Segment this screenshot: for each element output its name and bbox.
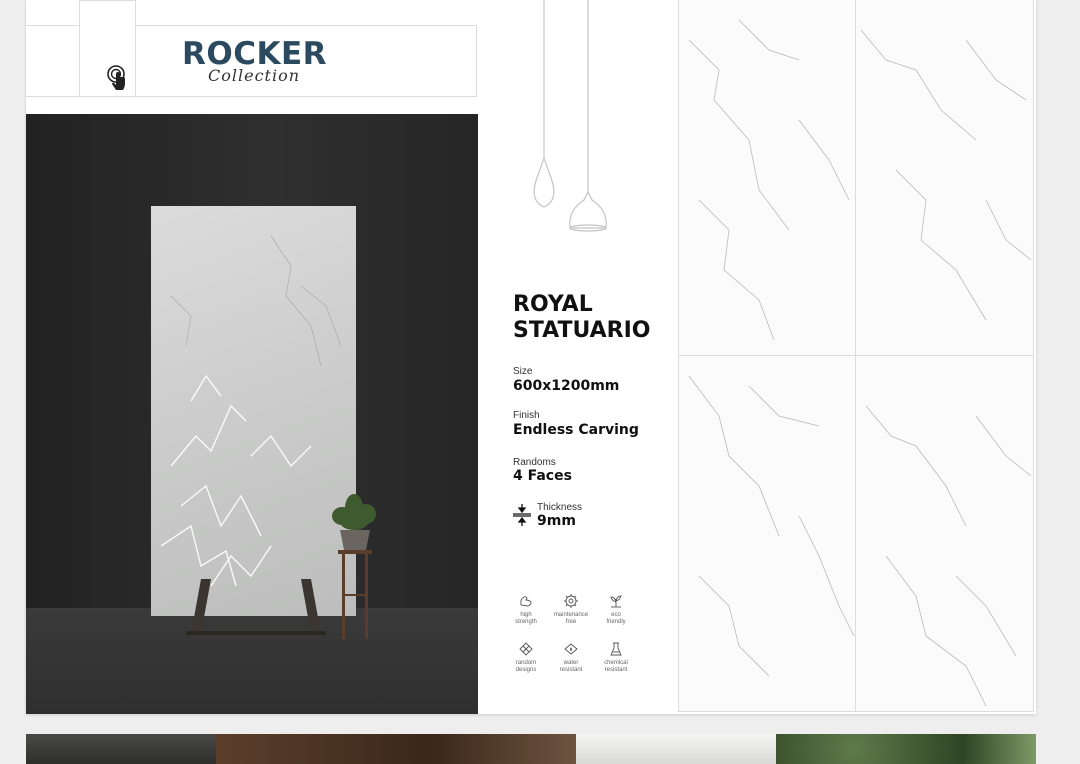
marble-veins — [688, 375, 855, 677]
marble-tile — [678, 0, 856, 356]
marble-veins — [688, 19, 850, 341]
marble-veins — [865, 405, 1032, 707]
feature-label-line2: resistant — [559, 667, 583, 673]
size-label: Size — [513, 366, 533, 377]
maintenance-free-icon — [564, 594, 578, 608]
chemical-resistant-icon — [610, 642, 622, 656]
thickness-value: 9mm — [537, 513, 576, 529]
marble-tile — [678, 356, 856, 712]
feature-label-line2: resistant — [604, 667, 628, 673]
logo-sub-text: Collection — [208, 66, 301, 85]
finish-value: Endless Carving — [513, 422, 639, 438]
thickness-label: Thickness — [537, 502, 583, 513]
feature-label-line1: random — [515, 660, 537, 666]
feature-label-line1: chemical — [604, 660, 628, 666]
thickness-icon — [513, 504, 531, 526]
display-stand — [186, 579, 326, 635]
rocker-logo: ROCKER Collection — [182, 36, 327, 86]
next-page-photo — [26, 734, 216, 764]
randoms-value: 4 Faces — [513, 468, 572, 484]
marble-tile — [856, 0, 1034, 356]
high-strength-icon — [520, 596, 532, 607]
feature-label-line2: free — [565, 619, 577, 625]
water-resistant-icon — [564, 643, 578, 655]
product-title: ROYAL STATUARIO — [513, 292, 693, 344]
next-page-photo — [776, 734, 1036, 764]
catalog-page: ROCKER Collection ROYAL STATUARIO Size 6… — [26, 0, 1036, 714]
feature-label-line2: strength — [515, 619, 537, 625]
feature-high-strength: high strength — [501, 593, 551, 626]
feature-eco-friendly: eco friendly — [591, 593, 641, 626]
next-page-photo — [576, 734, 776, 764]
feature-label-line1: high — [520, 612, 532, 618]
feature-label-line2: friendly — [606, 619, 626, 625]
eco-friendly-icon — [610, 595, 622, 608]
marble-tile — [856, 356, 1034, 712]
feature-label-line1: eco — [611, 612, 621, 618]
touch-icon[interactable] — [104, 63, 134, 93]
random-designs-icon — [519, 642, 533, 656]
marble-tile-grid — [678, 0, 1036, 714]
room-photo — [26, 114, 478, 714]
pendant-lamps — [533, 0, 607, 232]
feature-water-resistant: water resistant — [546, 641, 596, 674]
tile-preview-box — [79, 0, 136, 97]
feature-label-line1: water — [563, 660, 579, 666]
marble-veins — [860, 29, 1032, 321]
size-value: 600x1200mm — [513, 378, 620, 394]
next-catalog-page — [26, 734, 1036, 764]
feature-chemical-resistant: chemical resistant — [591, 641, 641, 674]
randoms-label: Randoms — [513, 457, 556, 468]
feature-maintenance-free: maintenance free — [546, 593, 596, 626]
finish-label: Finish — [513, 410, 540, 421]
product-name-line2: STATUARIO — [513, 318, 651, 343]
feature-label-line2: designs — [515, 667, 537, 673]
potted-plant — [332, 494, 376, 639]
feature-label-line1: maintenance — [553, 612, 589, 618]
next-page-photo — [216, 734, 576, 764]
feature-random-designs: random designs — [501, 641, 551, 674]
product-name-line1: ROYAL — [513, 292, 593, 317]
